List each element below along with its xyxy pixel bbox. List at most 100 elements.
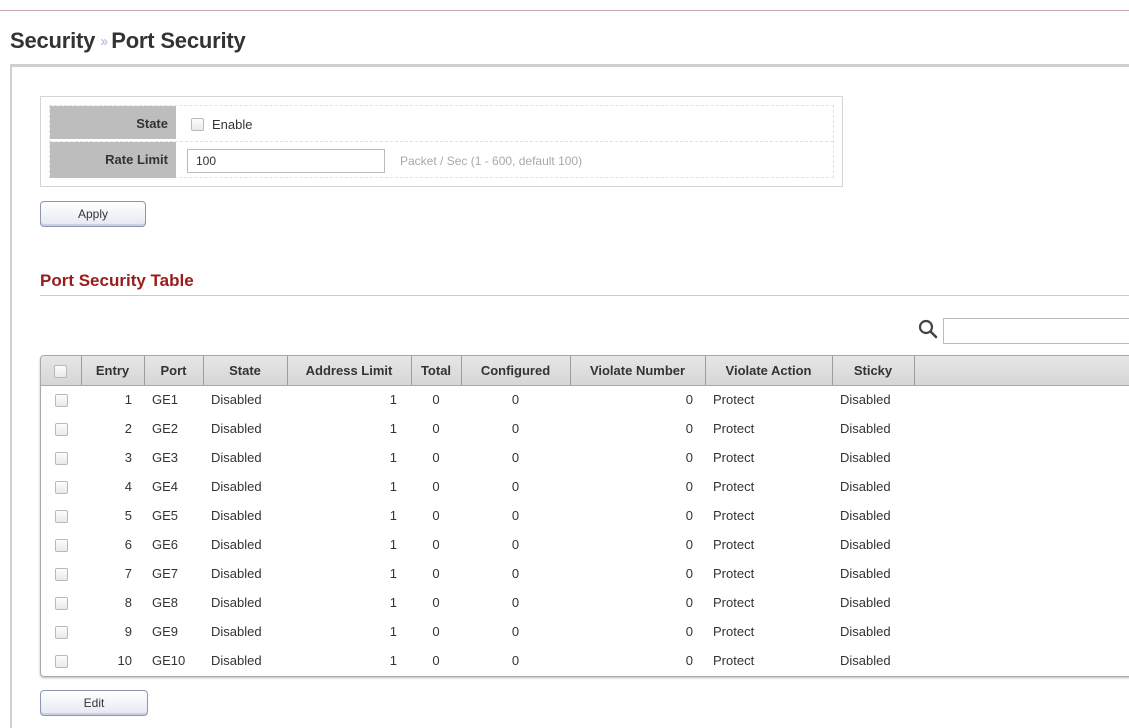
cell-violate-number: 0 (685, 479, 693, 494)
cell-configured: 0 (511, 450, 520, 465)
row-select-cell (41, 559, 81, 588)
row-checkbox[interactable] (54, 452, 68, 466)
cell-entry: 10 (117, 653, 132, 668)
cell-port: GE4 (152, 479, 179, 494)
row-checkbox[interactable] (54, 655, 68, 669)
column-header-violate-number[interactable]: Violate Number (570, 356, 706, 386)
row-checkbox[interactable] (54, 568, 68, 582)
row-checkbox[interactable] (54, 626, 68, 640)
cell-total: 0 (432, 450, 440, 465)
cell-address-limit: 1 (389, 421, 397, 436)
cell-sticky: Disabled (840, 392, 891, 408)
table-row[interactable]: 3 GE3 Disabled 1 0 0 0 Protect Disabled (41, 443, 1129, 472)
cell-port: GE3 (152, 450, 179, 465)
cell-violate-action: Protect (713, 595, 755, 610)
search-input[interactable] (943, 318, 1129, 344)
row-checkbox[interactable] (54, 481, 68, 495)
search-icon[interactable] (918, 319, 938, 339)
cell-state: Disabled (211, 595, 262, 610)
cell-violate-action: Protect (713, 450, 755, 465)
cell-state: Disabled (211, 566, 262, 581)
cell-configured: 0 (511, 421, 520, 436)
left-border (10, 64, 12, 728)
cell-total: 0 (432, 479, 440, 494)
settings-form: State Enable Rate Limit Packet / Sec (1 … (40, 96, 843, 187)
cell-sticky: Disabled (840, 537, 891, 552)
column-header-total[interactable]: Total (411, 356, 462, 386)
cell-entry: 5 (124, 508, 132, 523)
row-checkbox[interactable] (54, 510, 68, 524)
cell-total: 0 (432, 421, 440, 436)
cell-configured: 0 (511, 508, 520, 523)
section-divider (40, 295, 1129, 296)
cell-violate-number: 0 (685, 566, 693, 581)
cell-entry: 9 (124, 624, 132, 639)
section-title: Port Security Table (40, 271, 194, 290)
table-row[interactable]: 8 GE8 Disabled 1 0 0 0 Protect Disabled (41, 588, 1129, 617)
cell-state: Disabled (211, 392, 262, 408)
row-checkbox[interactable] (54, 423, 68, 437)
cell-violate-action: Protect (713, 624, 755, 639)
cell-state: Disabled (211, 479, 262, 494)
cell-sticky: Disabled (840, 479, 891, 494)
apply-button[interactable]: Apply (40, 201, 146, 227)
column-header-port[interactable]: Port (144, 356, 204, 386)
column-header-address-limit[interactable]: Address Limit (287, 356, 412, 386)
breadcrumb: Security ›› Port Security (10, 28, 246, 54)
row-filler (914, 646, 1129, 675)
row-select-cell (41, 443, 81, 472)
settings-form-inner: State Enable Rate Limit Packet / Sec (1 … (49, 105, 834, 178)
cell-address-limit: 1 (389, 653, 397, 668)
table-row[interactable]: 6 GE6 Disabled 1 0 0 0 Protect Disabled (41, 530, 1129, 559)
table-row[interactable]: 4 GE4 Disabled 1 0 0 0 Protect Disabled (41, 472, 1129, 501)
column-header-configured[interactable]: Configured (461, 356, 571, 386)
cell-port: GE9 (152, 624, 179, 639)
column-header-sticky[interactable]: Sticky (832, 356, 915, 386)
select-all-checkbox[interactable] (54, 364, 68, 378)
row-filler (914, 501, 1129, 530)
state-row: State Enable (50, 106, 833, 142)
cell-violate-action: Protect (713, 537, 755, 552)
port-security-table: Entry Port State Address Limit Total Con… (40, 355, 1129, 677)
row-select-cell (41, 472, 81, 501)
state-enable-checkbox[interactable] (191, 118, 204, 131)
row-checkbox[interactable] (54, 394, 68, 408)
cell-violate-action: Protect (713, 653, 755, 668)
cell-port: GE5 (152, 508, 179, 523)
column-header-entry[interactable]: Entry (81, 356, 145, 386)
enable-label[interactable]: Enable (212, 117, 252, 132)
cell-sticky: Disabled (840, 595, 891, 610)
cell-entry: 4 (124, 479, 132, 494)
cell-violate-action: Protect (713, 421, 755, 436)
table-row[interactable]: 10 GE10 Disabled 1 0 0 0 Protect Disabled (41, 646, 1129, 675)
row-select-cell (41, 385, 81, 414)
rate-limit-label: Rate Limit (50, 142, 176, 178)
column-header-violate-action[interactable]: Violate Action (705, 356, 833, 386)
cell-entry: 7 (124, 566, 132, 581)
edit-button[interactable]: Edit (40, 690, 148, 716)
table-row[interactable]: 1 GE1 Disabled 1 0 0 0 Protect Disabled (41, 385, 1129, 414)
row-filler (914, 414, 1129, 443)
select-all-header (41, 356, 82, 386)
cell-address-limit: 1 (389, 479, 397, 494)
column-header-filler (914, 356, 1129, 386)
rate-limit-input[interactable] (187, 149, 385, 173)
table-row[interactable]: 7 GE7 Disabled 1 0 0 0 Protect Disabled (41, 559, 1129, 588)
table-row[interactable]: 2 GE2 Disabled 1 0 0 0 Protect Disabled (41, 414, 1129, 443)
table-row[interactable]: 9 GE9 Disabled 1 0 0 0 Protect Disabled (41, 617, 1129, 646)
row-checkbox[interactable] (54, 597, 68, 611)
row-select-cell (41, 617, 81, 646)
cell-port: GE1 (152, 392, 179, 408)
row-filler (914, 443, 1129, 472)
column-header-state[interactable]: State (203, 356, 288, 386)
cell-violate-action: Protect (713, 392, 755, 408)
breadcrumb-parent[interactable]: Security (10, 28, 95, 53)
row-filler (914, 530, 1129, 559)
table-row[interactable]: 5 GE5 Disabled 1 0 0 0 Protect Disabled (41, 501, 1129, 530)
cell-address-limit: 1 (389, 595, 397, 610)
row-checkbox[interactable] (54, 539, 68, 553)
row-filler (914, 617, 1129, 646)
cell-configured: 0 (511, 595, 520, 610)
cell-configured: 0 (511, 537, 520, 552)
cell-configured: 0 (511, 479, 520, 494)
